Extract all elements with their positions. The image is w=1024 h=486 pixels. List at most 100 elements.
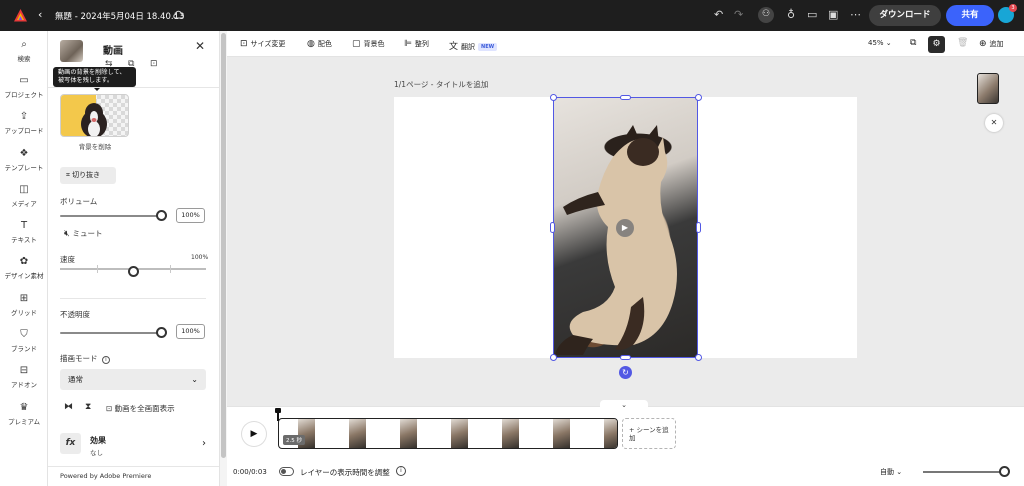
fullscreen-toggle[interactable]: ⊡ 動画を全画面表示 <box>106 403 175 414</box>
avatar[interactable]: 3 <box>998 4 1017 23</box>
rail-item-text[interactable]: T テキスト <box>0 220 48 244</box>
rail-item-templates[interactable]: ❖ テンプレート <box>0 148 48 172</box>
rail-item-grid[interactable]: ⊞ グリッド <box>0 293 48 317</box>
arrange-button[interactable]: ⊫ 整列 <box>404 39 429 49</box>
adobe-express-logo-icon[interactable] <box>13 8 28 23</box>
clip-frame <box>553 419 570 448</box>
volume-knob[interactable] <box>156 210 167 221</box>
speed-label: 速度 <box>60 255 75 264</box>
resize-handle-bottom[interactable] <box>620 355 631 360</box>
lightbulb-icon[interactable]: ♁ <box>787 8 795 22</box>
left-rail: ⌕ 検索 ▭ プロジェクト ⇪ アップロード ❖ テンプレート ◫ メディア T… <box>0 31 48 486</box>
chevron-left-icon[interactable]: ‹ <box>38 8 42 21</box>
share-button[interactable]: 共有 <box>946 5 994 26</box>
resize-handle-bottom-right[interactable] <box>695 354 702 361</box>
close-icon[interactable]: ✕ <box>985 114 1003 132</box>
present-icon[interactable]: ▣ <box>828 8 838 22</box>
fullscreen-label: 動画を全画面表示 <box>114 404 175 413</box>
chevron-right-icon: › <box>202 438 206 449</box>
playhead[interactable] <box>275 408 281 421</box>
properties-panel: 動画 ✕ ⇆ ⧉ ⊡ 動画の背景を削除して、被写体を残します。 背景を削除 ⌗ … <box>48 31 219 486</box>
translate-icon: 文 <box>449 42 459 52</box>
resize-handle-top-left[interactable] <box>550 94 557 101</box>
info-icon[interactable]: i <box>101 356 110 364</box>
effects-value: なし <box>90 449 103 457</box>
resize-handle-right[interactable] <box>696 222 701 233</box>
redo-icon[interactable]: ↷ <box>734 8 743 22</box>
plus-circle-icon: ⊕ <box>979 39 987 49</box>
colors-label: 配色 <box>317 40 332 48</box>
resize-handle-left[interactable] <box>550 222 555 233</box>
info-icon[interactable]: i <box>396 466 406 476</box>
resize-handle-top[interactable] <box>620 95 631 100</box>
scene-clip[interactable]: 2.5 秒 <box>278 418 618 449</box>
palette-icon: ◍ <box>307 39 315 49</box>
effects-row[interactable]: fx 効果 なし › <box>60 433 206 459</box>
rail-item-premium[interactable]: ♛ プレミアム <box>0 402 48 426</box>
zoom-dropdown[interactable]: 45% ⌄ <box>868 39 892 47</box>
cloud-icon[interactable] <box>172 9 184 21</box>
timeline-zoom-track[interactable] <box>923 471 1005 473</box>
page-label[interactable]: 1/1ページ - タイトルを追加 <box>394 79 488 90</box>
dog-image <box>81 103 107 136</box>
align-icon: ⊫ <box>404 39 412 49</box>
add-button[interactable]: ⊕ 追加 <box>979 39 1004 49</box>
lock-icon[interactable]: ⊡ <box>150 59 158 69</box>
undo-icon[interactable]: ↶ <box>714 8 723 22</box>
fullscreen-icon: ⊡ <box>106 404 115 413</box>
rail-item-addons[interactable]: ⊟ アドオン <box>0 365 48 389</box>
rail-item-upload[interactable]: ⇪ アップロード <box>0 111 48 135</box>
blend-mode-select[interactable]: 通常 ⌄ <box>60 369 206 390</box>
close-icon[interactable]: ✕ <box>195 39 205 53</box>
rail-item-design-assets[interactable]: ✿ デザイン素材 <box>0 256 48 280</box>
rail-item-projects[interactable]: ▭ プロジェクト <box>0 75 48 99</box>
rail-item-brand[interactable]: ⛉ ブランド <box>0 329 48 353</box>
flip-horizontal-icon[interactable]: ⧓ <box>64 402 73 412</box>
rail-item-media[interactable]: ◫ メディア <box>0 184 48 208</box>
speed-knob[interactable] <box>127 266 139 277</box>
trash-icon[interactable]: 🗑︎ <box>957 38 968 48</box>
remove-background-button[interactable] <box>60 94 129 137</box>
translate-button[interactable]: 文翻訳 NEW <box>449 39 498 52</box>
colors-button[interactable]: ◍ 配色 <box>307 39 332 49</box>
document-title[interactable]: 無題 - 2024年5月04日 18.40.13 <box>55 10 184 22</box>
resize-button[interactable]: ⊡ サイズ変更 <box>240 39 285 49</box>
more-icon[interactable]: ⋯ <box>850 8 861 22</box>
speed-slider[interactable] <box>60 266 206 278</box>
video-thumbnail <box>60 40 83 62</box>
volume-value[interactable]: 100% <box>176 208 205 223</box>
download-button[interactable]: ダウンロード <box>869 5 941 26</box>
opacity-knob[interactable] <box>156 327 167 338</box>
panel-scrollbar[interactable] <box>219 31 227 486</box>
collapse-timeline-icon[interactable]: ⌄ <box>600 400 648 410</box>
flip-vertical-icon[interactable]: ⧗ <box>85 402 91 412</box>
resize-handle-top-right[interactable] <box>695 94 702 101</box>
scrollbar-thumb[interactable] <box>221 33 226 458</box>
background-color-button[interactable]: ▢ 背景色 <box>352 39 385 49</box>
animate-icon[interactable]: ⚙ <box>928 36 945 53</box>
rotate-icon[interactable]: ↻ <box>619 366 632 379</box>
page-thumbnail[interactable] <box>977 73 999 104</box>
volume-slider[interactable] <box>60 210 167 222</box>
crown-icon: ♛ <box>19 402 29 413</box>
crop-button[interactable]: ⌗ 切り抜き <box>60 167 116 184</box>
layers-icon[interactable]: ⧉ <box>910 38 916 48</box>
divider <box>48 466 219 467</box>
volume-track <box>60 215 167 217</box>
play-overlay-icon[interactable]: ▶ <box>616 219 634 237</box>
playback-mode-dropdown[interactable]: 自動 ⌄ <box>880 467 902 477</box>
resize-handle-bottom-left[interactable] <box>550 354 557 361</box>
play-button[interactable]: ▶ <box>242 422 266 446</box>
translate-label: 翻訳 <box>461 43 476 51</box>
panel-title: 動画 <box>103 46 123 57</box>
layer-timing-toggle[interactable] <box>279 467 294 476</box>
timeline-zoom-knob[interactable] <box>999 466 1010 477</box>
add-person-icon[interactable]: ⚇ <box>758 7 774 23</box>
mute-toggle[interactable]: 🔇︎ ミュート <box>64 228 103 239</box>
add-scene-button[interactable]: + シーンを追加 <box>622 418 676 449</box>
arrange-label: 整列 <box>414 40 429 48</box>
comment-icon[interactable]: ▭ <box>807 8 817 22</box>
opacity-slider[interactable] <box>60 327 167 339</box>
rail-item-search[interactable]: ⌕ 検索 <box>0 39 48 63</box>
opacity-value[interactable]: 100% <box>176 324 205 339</box>
